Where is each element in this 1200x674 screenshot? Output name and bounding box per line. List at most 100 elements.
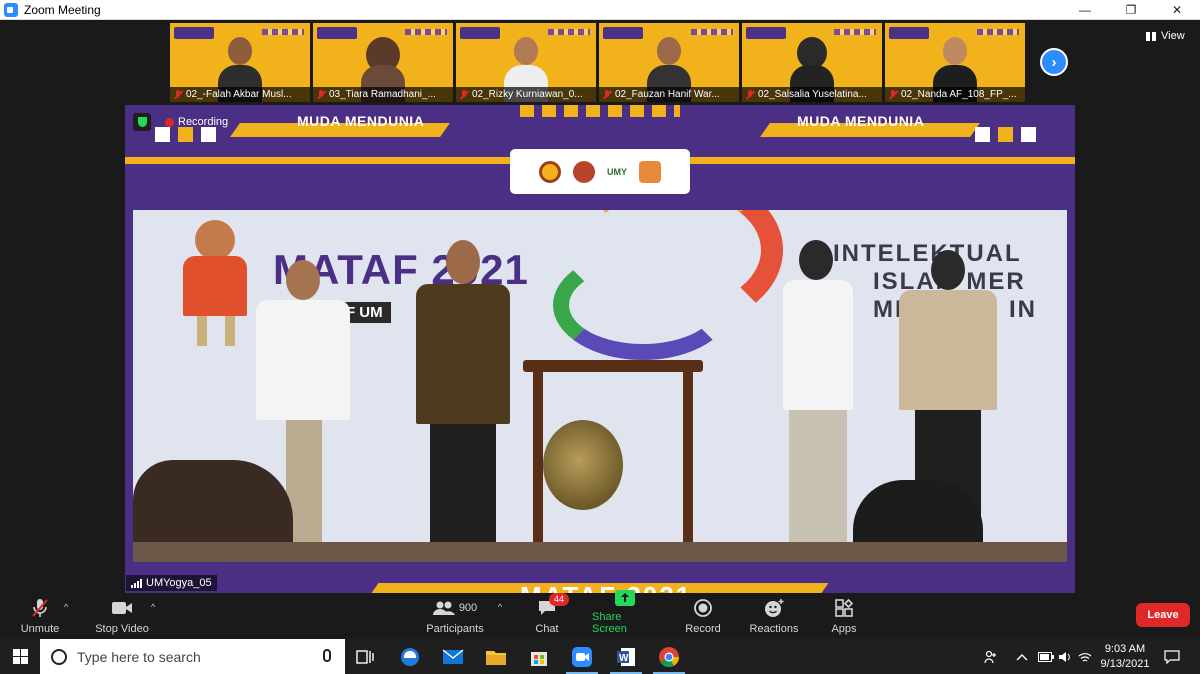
windows-taskbar: Type here to search W 9:03 AM 9/13/2021 xyxy=(0,639,1200,674)
active-speaker-video: MUDA MENDUNIA MUDA MENDUNIA Recording UM… xyxy=(125,105,1075,612)
share-screen-icon xyxy=(613,589,637,607)
chevron-right-icon[interactable]: › xyxy=(1040,48,1068,76)
window-title: Zoom Meeting xyxy=(24,2,101,17)
gong-post xyxy=(683,370,693,560)
muted-mic-icon xyxy=(888,89,898,100)
logo-icon xyxy=(539,160,561,183)
muted-mic-icon xyxy=(28,597,52,619)
participant-tile[interactable]: 03_Tiara Ramadhani_... xyxy=(313,23,453,102)
mataf-banner xyxy=(317,27,357,39)
smiley-icon xyxy=(762,597,786,619)
unmute-button[interactable]: Unmute xyxy=(14,593,66,639)
minimize-button[interactable]: — xyxy=(1062,0,1108,20)
clock-date: 9/13/2021 xyxy=(1100,658,1150,670)
leave-button[interactable]: Leave xyxy=(1136,603,1190,627)
participant-strip: 02_-Falah Akbar Musl... 03_Tiara Ramadha… xyxy=(170,23,1025,102)
chevron-up-icon[interactable]: ^ xyxy=(151,602,155,612)
mataf-banner xyxy=(460,27,500,39)
mataf-banner xyxy=(174,27,214,39)
record-button[interactable]: Record xyxy=(683,593,723,639)
participant-tile[interactable]: 02_Salsalia Yuselatina... xyxy=(742,23,882,102)
muted-mic-icon xyxy=(459,89,469,100)
signal-icon xyxy=(131,578,142,588)
taskbar-search-placeholder: Type here to search xyxy=(77,648,201,665)
notification-icon[interactable] xyxy=(1164,639,1180,674)
participant-name: 03_Tiara Ramadhani_... xyxy=(329,89,436,100)
participant-name: 02_-Falah Akbar Musl... xyxy=(186,89,292,100)
gong xyxy=(543,420,623,510)
search-icon xyxy=(51,648,67,665)
view-button[interactable]: View xyxy=(1146,30,1185,42)
muted-mic-icon xyxy=(602,89,612,100)
word-icon[interactable]: W xyxy=(606,639,646,674)
restore-button[interactable]: ❐ xyxy=(1108,0,1154,20)
participant-tile[interactable]: 02_-Falah Akbar Musl... xyxy=(170,23,310,102)
person-figure xyxy=(773,240,863,560)
view-button-label: View xyxy=(1161,30,1185,42)
stop-video-button[interactable]: Stop Video xyxy=(92,593,152,639)
record-icon xyxy=(691,597,715,619)
participant-name: 02_Nanda AF_108_FP_... xyxy=(901,89,1017,100)
muted-mic-icon xyxy=(316,89,326,100)
participant-name-bar: 02_Nanda AF_108_FP_... xyxy=(885,87,1025,102)
mataf-banner xyxy=(889,27,929,39)
apps-button[interactable]: Apps xyxy=(826,593,862,639)
participant-tile[interactable]: 02_Fauzan Hanif War... xyxy=(599,23,739,102)
chrome-icon[interactable] xyxy=(649,639,689,674)
mail-icon[interactable] xyxy=(433,639,473,674)
umy-logo: UMY xyxy=(607,166,627,177)
chevron-up-icon[interactable] xyxy=(1016,639,1028,674)
meeting-stage: 02_-Falah Akbar Musl... 03_Tiara Ramadha… xyxy=(0,20,1200,612)
battery-icon[interactable] xyxy=(1038,639,1054,674)
apps-icon xyxy=(832,597,856,619)
reactions-label: Reactions xyxy=(749,623,799,635)
volume-icon[interactable] xyxy=(1058,639,1072,674)
recording-indicator: Recording xyxy=(165,116,228,128)
banner-stripe xyxy=(691,29,733,35)
apps-label: Apps xyxy=(831,623,857,635)
gong-beam xyxy=(523,360,703,372)
edge-icon[interactable] xyxy=(390,639,430,674)
banner-stripe xyxy=(834,29,876,35)
tagline-left: MUDA MENDUNIA xyxy=(297,113,425,129)
taskbar-search-box[interactable]: Type here to search xyxy=(40,639,345,674)
logo-icon xyxy=(639,160,661,183)
banner-stripe xyxy=(405,29,447,35)
chevron-up-icon[interactable]: ^ xyxy=(498,602,502,612)
windows-start-button[interactable] xyxy=(0,639,40,674)
participant-tile[interactable]: 02_Nanda AF_108_FP_... xyxy=(885,23,1025,102)
person-figure xyxy=(408,240,518,560)
microphone-icon[interactable] xyxy=(323,649,331,662)
record-dot-icon xyxy=(165,117,174,127)
stop-video-label: Stop Video xyxy=(95,623,149,635)
task-view-icon[interactable] xyxy=(345,639,385,674)
mataf-banner xyxy=(746,27,786,39)
unmute-label: Unmute xyxy=(20,623,60,635)
recording-label: Recording xyxy=(178,116,229,128)
file-explorer-icon[interactable] xyxy=(476,639,516,674)
close-button[interactable]: ✕ xyxy=(1154,0,1200,20)
banner-stripe xyxy=(977,29,1019,35)
zoom-icon[interactable] xyxy=(562,639,602,674)
participants-label: Participants xyxy=(426,623,484,635)
reactions-button[interactable]: Reactions xyxy=(748,593,800,639)
svg-text:W: W xyxy=(619,653,629,664)
decor-bar xyxy=(520,105,680,117)
participant-name-bar: 02_Rizky Kurniawan_0... xyxy=(456,87,596,102)
chevron-up-icon[interactable]: ^ xyxy=(64,602,68,612)
shield-icon[interactable] xyxy=(133,113,151,131)
people-icon[interactable] xyxy=(984,639,998,674)
participant-tile[interactable]: 02_Rizky Kurniawan_0... xyxy=(456,23,596,102)
participants-button[interactable]: 900 Participants xyxy=(424,593,486,639)
share-screen-label: Share Screen xyxy=(592,611,627,635)
participant-name-bar: 02_-Falah Akbar Musl... xyxy=(170,87,310,102)
participants-count: 900 xyxy=(458,602,478,614)
decor-squares xyxy=(975,127,1036,142)
record-label: Record xyxy=(685,623,721,635)
wifi-icon[interactable] xyxy=(1078,639,1092,674)
taskbar-clock[interactable]: 9:03 AM 9/13/2021 xyxy=(1098,642,1152,672)
meeting-controls: Unmute ^ Stop Video ^ 900 Participants ^… xyxy=(0,590,1200,639)
stage-floor xyxy=(133,542,1067,562)
share-screen-button[interactable]: Share Screen xyxy=(592,590,658,639)
store-icon[interactable] xyxy=(519,639,559,674)
